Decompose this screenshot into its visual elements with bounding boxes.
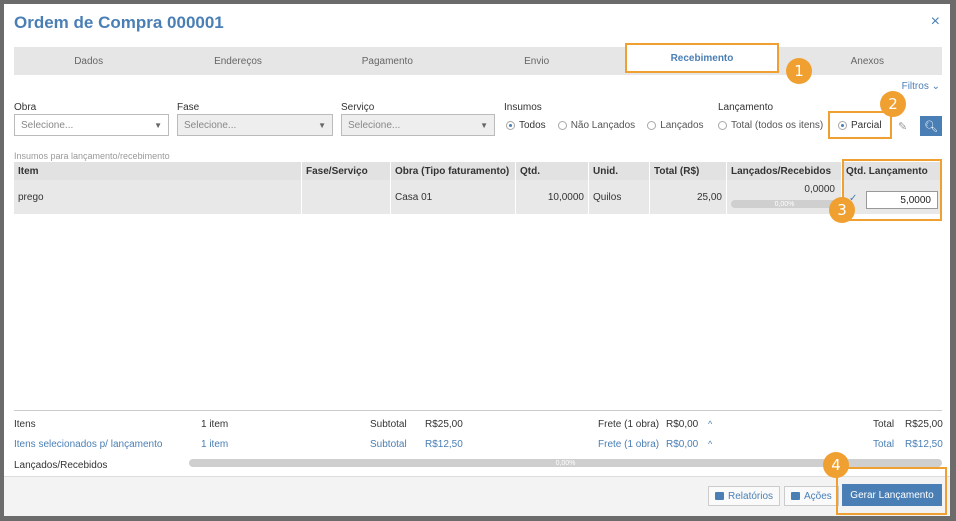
footer-itens-frete: R$0,00 bbox=[666, 419, 699, 430]
tab-recebimento[interactable]: Recebimento bbox=[625, 43, 779, 73]
step-badge-2: 2 bbox=[880, 91, 906, 117]
col-unid[interactable]: Unid. bbox=[589, 162, 650, 180]
tab-enderecos[interactable]: Endereços bbox=[163, 47, 312, 75]
fase-select[interactable]: Selecione... ▼ bbox=[177, 114, 333, 136]
footer-lancados-progress-label: 0,00% bbox=[555, 459, 576, 467]
lancados-progress-bar: 0,00% bbox=[731, 200, 838, 208]
actions-icon bbox=[791, 492, 800, 500]
acoes-label: Ações bbox=[804, 490, 832, 502]
caret-down-icon: ▼ bbox=[318, 120, 326, 130]
tab-dados[interactable]: Dados bbox=[14, 47, 163, 75]
servico-select[interactable]: Selecione... ▼ bbox=[341, 114, 495, 136]
col-total[interactable]: Total (R$) bbox=[650, 162, 727, 180]
lancamento-label: Lançamento bbox=[718, 102, 774, 113]
search-icon: 🔍︎ bbox=[924, 120, 938, 133]
col-item[interactable]: Item bbox=[14, 162, 302, 180]
col-obra[interactable]: Obra (Tipo faturamento) bbox=[391, 162, 516, 180]
footer-selecionados-subtotal-label: Subtotal bbox=[370, 439, 407, 450]
footer-selecionados-subtotal: R$12,50 bbox=[425, 439, 463, 450]
footer-itens-subtotal: R$25,00 bbox=[425, 419, 463, 430]
items-table: Item Fase/Serviço Obra (Tipo faturamento… bbox=[14, 162, 942, 214]
section-title: Insumos para lançamento/recebimento bbox=[14, 151, 170, 161]
footer-selecionados-count: 1 item bbox=[201, 439, 229, 450]
footer-selecionados-label: Itens selecionados p/ lançamento bbox=[14, 439, 163, 450]
cell-obra: Casa 01 bbox=[391, 180, 516, 214]
cell-lancados-value: 0,0000 bbox=[804, 184, 835, 195]
qtd-lancamento-input[interactable]: 5,0000 bbox=[866, 191, 938, 209]
parcial-highlight: Parcial bbox=[828, 111, 892, 139]
footer-itens-subtotal-label: Subtotal bbox=[370, 419, 407, 430]
radio-parcial[interactable]: Parcial bbox=[838, 120, 882, 131]
report-icon bbox=[715, 492, 724, 500]
tab-envio[interactable]: Envio bbox=[462, 47, 611, 75]
radio-todos[interactable]: Todos bbox=[506, 120, 546, 131]
caret-down-icon: ▼ bbox=[480, 120, 488, 130]
footer-itens-count: 1 item bbox=[201, 419, 229, 430]
qtd-lancamento-highlight bbox=[842, 159, 942, 221]
tab-anexos[interactable]: Anexos bbox=[793, 47, 942, 75]
footer-itens-total-label: Total bbox=[873, 419, 895, 430]
acoes-button[interactable]: Ações bbox=[784, 486, 839, 506]
radio-lancados-label: Lançados bbox=[660, 120, 704, 131]
fase-select-value: Selecione... bbox=[184, 119, 237, 131]
filters-toggle-label: Filtros bbox=[901, 81, 929, 92]
footer-divider bbox=[14, 410, 942, 411]
tab-pagamento[interactable]: Pagamento bbox=[313, 47, 462, 75]
close-icon[interactable]: × bbox=[931, 13, 940, 31]
obra-label: Obra bbox=[14, 102, 37, 113]
modal-title: Ordem de Compra 000001 bbox=[14, 13, 224, 32]
obra-select-value: Selecione... bbox=[21, 119, 74, 131]
gerar-lancamento-button[interactable]: Gerar Lançamento bbox=[842, 484, 942, 506]
footer-itens-frete-label: Frete (1 obra) bbox=[598, 419, 660, 430]
servico-select-value: Selecione... bbox=[348, 119, 401, 131]
cell-lancados: 0,0000 0,00% bbox=[727, 180, 842, 214]
cell-item: prego bbox=[14, 180, 302, 214]
radio-total-label: Total (todos os itens) bbox=[731, 120, 824, 131]
table-row[interactable]: prego Casa 01 10,0000 Quilos 25,00 0,000… bbox=[14, 180, 942, 214]
radio-todos-label: Todos bbox=[519, 120, 546, 131]
radio-total[interactable]: Total (todos os itens) bbox=[718, 120, 823, 131]
eraser-icon[interactable]: ✎ bbox=[898, 120, 907, 133]
chevron-up-icon[interactable]: ^ bbox=[708, 439, 712, 449]
caret-down-icon: ▼ bbox=[154, 120, 162, 130]
table-header: Item Fase/Serviço Obra (Tipo faturamento… bbox=[14, 162, 942, 180]
cell-fase bbox=[302, 180, 391, 214]
search-button[interactable]: 🔍︎ bbox=[920, 116, 942, 136]
radio-parcial-label: Parcial bbox=[851, 119, 882, 131]
step-badge-3: 3 bbox=[829, 197, 855, 223]
fase-label: Fase bbox=[177, 102, 200, 113]
col-qtd[interactable]: Qtd. bbox=[516, 162, 589, 180]
footer-selecionados-total-label: Total bbox=[873, 439, 895, 450]
step-badge-1: 1 bbox=[786, 58, 812, 84]
footer-itens-total: R$25,00 bbox=[905, 419, 943, 430]
footer-selecionados-frete-label: Frete (1 obra) bbox=[598, 439, 660, 450]
servico-label: Serviço bbox=[341, 102, 375, 113]
chevron-down-icon: ⌄ bbox=[931, 81, 940, 92]
step-badge-4: 4 bbox=[823, 452, 849, 478]
cell-unid: Quilos bbox=[589, 180, 650, 214]
chevron-up-icon[interactable]: ^ bbox=[708, 419, 712, 429]
radio-nao-lancados-label: Não Lançados bbox=[570, 120, 636, 131]
obra-select[interactable]: Selecione... ▼ bbox=[14, 114, 169, 136]
footer-selecionados-frete: R$0,00 bbox=[666, 439, 699, 450]
relatorios-button[interactable]: Relatórios bbox=[708, 486, 781, 506]
insumos-label: Insumos bbox=[504, 102, 542, 113]
lancados-progress-label: 0,00% bbox=[774, 200, 795, 208]
cell-total: 25,00 bbox=[650, 180, 727, 214]
footer-lancados-label: Lançados/Recebidos bbox=[14, 460, 108, 471]
lancamento-radio-group: Total (todos os itens) bbox=[718, 120, 831, 131]
cell-qtd: 10,0000 bbox=[516, 180, 589, 214]
footer-selecionados-total: R$12,50 bbox=[905, 439, 943, 450]
footer-itens-label: Itens bbox=[14, 419, 36, 430]
relatorios-label: Relatórios bbox=[728, 490, 774, 502]
col-fase[interactable]: Fase/Serviço bbox=[302, 162, 391, 180]
radio-nao-lancados[interactable]: Não Lançados bbox=[557, 120, 636, 131]
col-lancados[interactable]: Lançados/Recebidos bbox=[727, 162, 842, 180]
insumos-radio-group: Todos Não Lançados Lançados bbox=[506, 120, 712, 131]
radio-lancados[interactable]: Lançados bbox=[647, 120, 704, 131]
filters-toggle[interactable]: Filtros ⌄ bbox=[902, 81, 940, 92]
purchase-order-modal: Ordem de Compra 000001 × Dados Endereços… bbox=[4, 4, 950, 516]
